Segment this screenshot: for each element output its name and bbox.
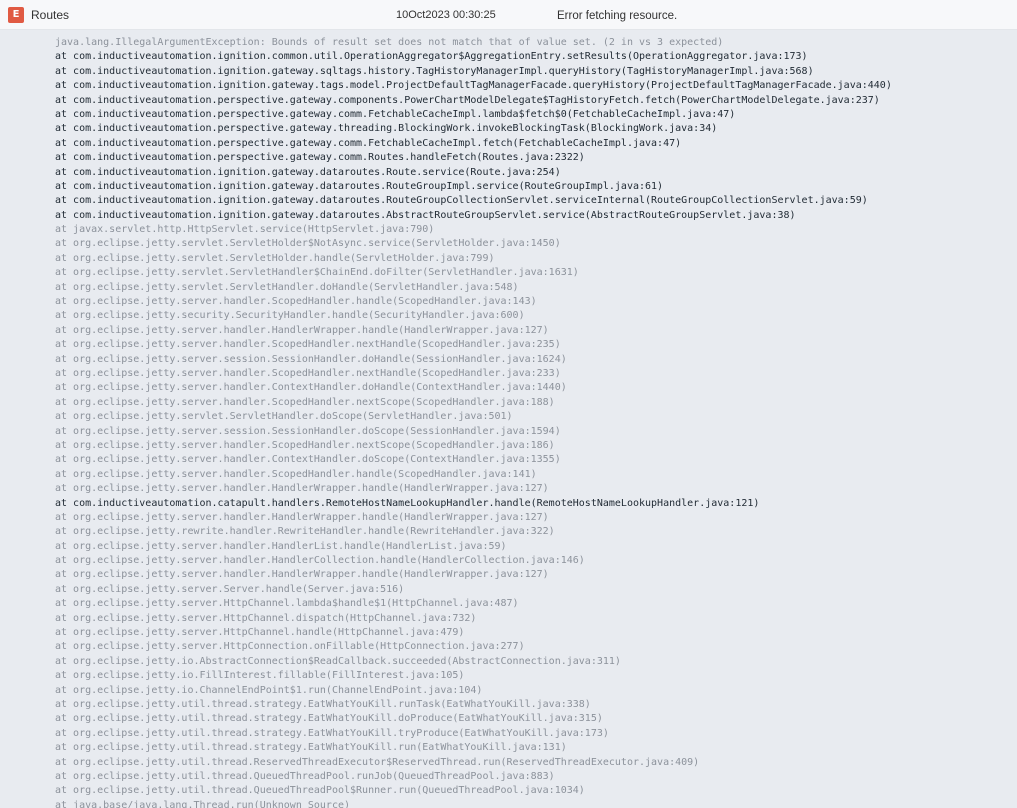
stack-frame-line: at com.inductiveautomation.perspective.g…	[55, 137, 682, 149]
stack-frame-line: at org.eclipse.jetty.util.thread.Reserve…	[55, 756, 700, 768]
stack-frame-line: at org.eclipse.jetty.util.thread.QueuedT…	[55, 785, 585, 797]
stack-frame-line: at com.inductiveautomation.ignition.gate…	[55, 209, 796, 221]
log-entry-row[interactable]: E Routes 10Oct2023 00:30:25 Error fetchi…	[0, 0, 1017, 30]
stack-frame-line: at com.inductiveautomation.ignition.gate…	[55, 180, 664, 192]
stack-frame-line: at com.inductiveautomation.catapult.hand…	[55, 497, 760, 509]
stack-trace-list: java.lang.IllegalArgumentException: Boun…	[55, 36, 892, 808]
stack-frame-line: at org.eclipse.jetty.server.handler.Hand…	[55, 324, 549, 336]
stack-frame-line: at org.eclipse.jetty.server.session.Sess…	[55, 353, 567, 365]
stack-frame-line: at org.eclipse.jetty.server.handler.Cont…	[55, 382, 567, 394]
log-message: Error fetching resource.	[557, 10, 678, 22]
stack-frame-line: at org.eclipse.jetty.server.handler.Cont…	[55, 454, 561, 466]
stack-frame-line: at org.eclipse.jetty.server.HttpConnecti…	[55, 641, 525, 653]
stack-frame-line: at org.eclipse.jetty.servlet.ServletHand…	[55, 411, 513, 423]
stack-frame-line: at com.inductiveautomation.ignition.gate…	[55, 166, 561, 178]
exception-line: java.lang.IllegalArgumentException: Boun…	[55, 37, 724, 48]
stack-frame-line: at org.eclipse.jetty.server.handler.Hand…	[55, 569, 549, 581]
stack-frame-line: at org.eclipse.jetty.server.handler.Scop…	[55, 396, 555, 408]
stack-frame-line: at org.eclipse.jetty.server.session.Sess…	[55, 425, 561, 437]
stack-frame-line: at org.eclipse.jetty.server.HttpChannel.…	[55, 598, 519, 610]
stack-frame-line: at org.eclipse.jetty.server.handler.Scop…	[55, 339, 561, 351]
stack-frame-line: at org.eclipse.jetty.server.handler.Scop…	[55, 439, 555, 451]
stack-frame-line: at org.eclipse.jetty.servlet.ServletHold…	[55, 252, 495, 264]
stack-frame-line: at org.eclipse.jetty.server.handler.Scop…	[55, 468, 537, 480]
stack-frame-line: at org.eclipse.jetty.io.AbstractConnecti…	[55, 655, 621, 667]
stack-frame-line: at javax.servlet.http.HttpServlet.servic…	[55, 224, 435, 236]
stack-frame-line: at org.eclipse.jetty.util.thread.strateg…	[55, 742, 567, 754]
stack-frame-line: at com.inductiveautomation.perspective.g…	[55, 108, 736, 120]
stack-frame-line: at org.eclipse.jetty.servlet.ServletHold…	[55, 238, 561, 250]
stack-frame-line: at org.eclipse.jetty.server.handler.Hand…	[55, 555, 585, 567]
stack-frame-line: at com.inductiveautomation.perspective.g…	[55, 152, 585, 164]
logger-name: Routes	[31, 8, 70, 22]
stack-frame-line: at com.inductiveautomation.perspective.g…	[55, 94, 880, 106]
stack-frame-line: at com.inductiveautomation.ignition.gate…	[55, 195, 868, 207]
stack-frame-line: at org.eclipse.jetty.server.handler.Hand…	[55, 483, 549, 495]
stack-frame-line: at org.eclipse.jetty.util.thread.strateg…	[55, 727, 609, 739]
error-level-badge: E	[8, 7, 24, 23]
stack-frame-line: at org.eclipse.jetty.server.handler.Hand…	[55, 540, 507, 552]
stack-frame-line: at org.eclipse.jetty.util.thread.strateg…	[55, 713, 603, 725]
stack-frame-line: at org.eclipse.jetty.server.HttpChannel.…	[55, 612, 477, 624]
stack-frame-line: at java.base/java.lang.Thread.run(Unknow…	[55, 799, 351, 808]
stack-frame-line: at org.eclipse.jetty.security.SecurityHa…	[55, 310, 525, 322]
log-timestamp: 10Oct2023 00:30:25	[396, 9, 496, 21]
stack-frame-line: at com.inductiveautomation.ignition.gate…	[55, 80, 892, 92]
stack-frame-line: at org.eclipse.jetty.server.handler.Scop…	[55, 296, 537, 308]
stack-frame-line: at com.inductiveautomation.perspective.g…	[55, 123, 718, 135]
stack-frame-line: at org.eclipse.jetty.io.ChannelEndPoint$…	[55, 684, 483, 696]
stack-frame-line: at org.eclipse.jetty.rewrite.handler.Rew…	[55, 526, 555, 538]
stack-trace-panel[interactable]: java.lang.IllegalArgumentException: Boun…	[0, 30, 1017, 808]
stack-frame-line: at org.eclipse.jetty.io.FillInterest.fil…	[55, 670, 465, 682]
stack-frame-line: at org.eclipse.jetty.servlet.ServletHand…	[55, 267, 579, 279]
stack-frame-line: at org.eclipse.jetty.server.Server.handl…	[55, 583, 405, 595]
stack-frame-line: at com.inductiveautomation.ignition.comm…	[55, 51, 808, 63]
stack-frame-line: at org.eclipse.jetty.server.handler.Hand…	[55, 511, 549, 523]
stack-frame-line: at org.eclipse.jetty.util.thread.strateg…	[55, 698, 591, 710]
stack-frame-line: at org.eclipse.jetty.server.handler.Scop…	[55, 367, 561, 379]
stack-frame-line: at org.eclipse.jetty.servlet.ServletHand…	[55, 281, 519, 293]
stack-frame-line: at org.eclipse.jetty.util.thread.QueuedT…	[55, 770, 555, 782]
stack-frame-line: at com.inductiveautomation.ignition.gate…	[55, 65, 814, 77]
stack-frame-line: at org.eclipse.jetty.server.HttpChannel.…	[55, 627, 465, 639]
